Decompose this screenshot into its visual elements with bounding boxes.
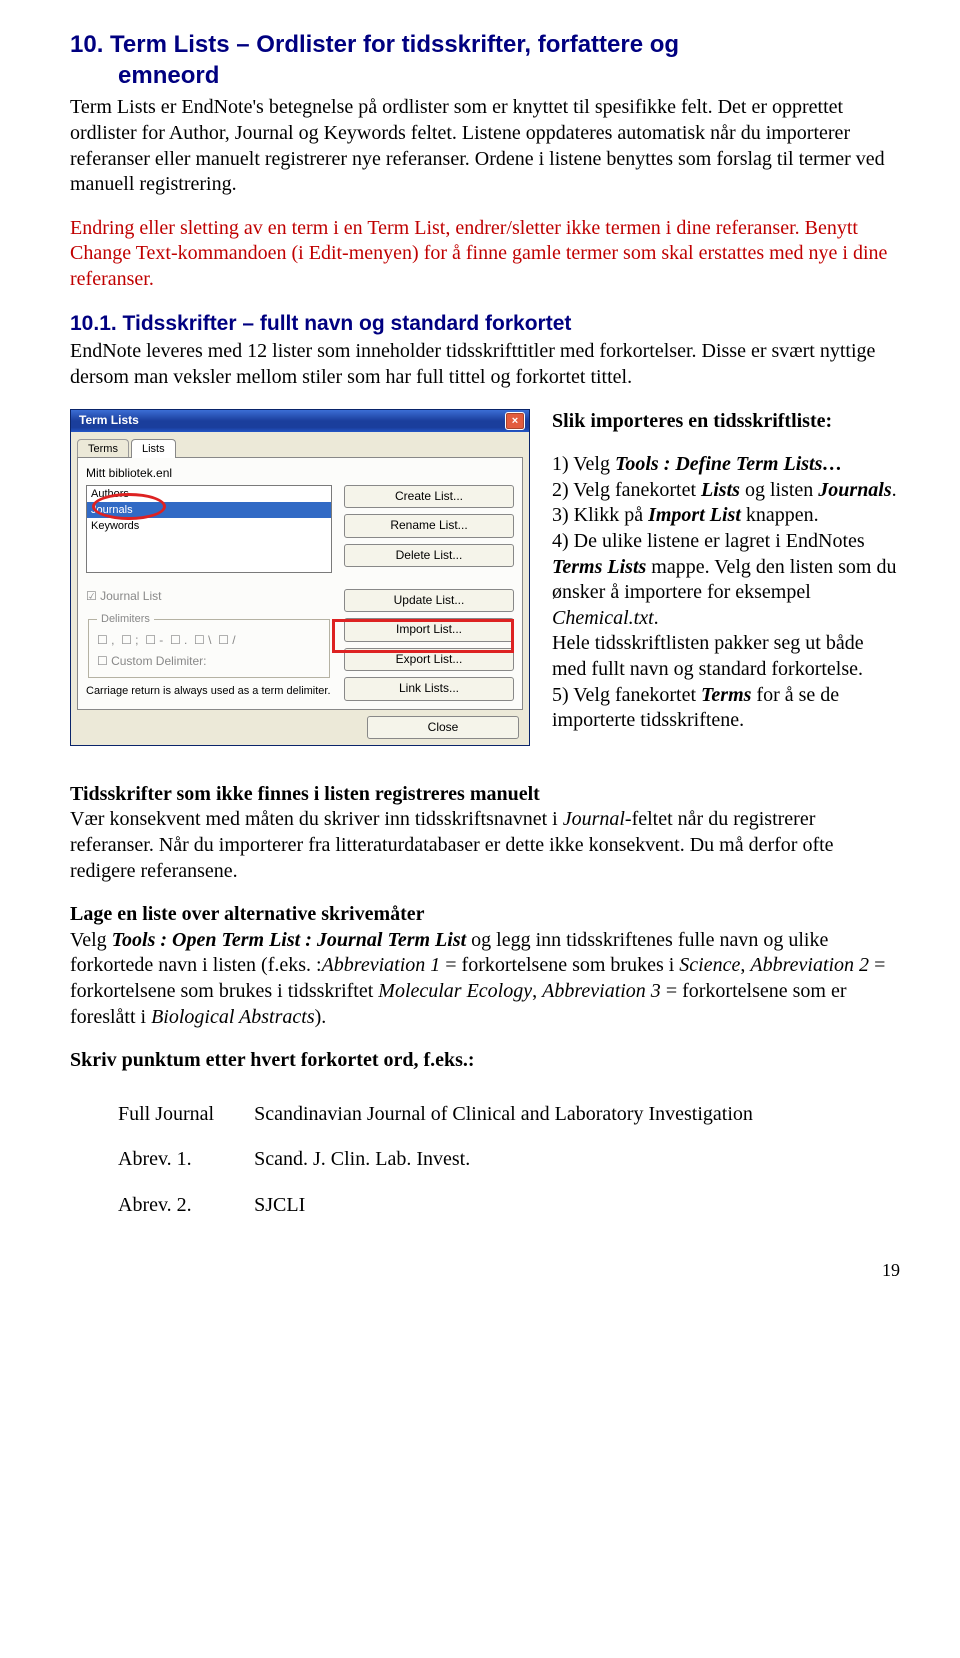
list-item-keywords[interactable]: Keywords [87,518,331,534]
heading-line2: emneord [118,61,900,92]
instructions-column: Slik importeres en tidsskriftliste: 1) V… [552,409,900,734]
delimiters-fieldset: Delimiters ☐ , ☐ ; ☐ - ☐ . ☐ \ ☐ / ☐ Cus… [88,612,330,678]
rename-list-button[interactable]: Rename List... [344,514,514,537]
section-heading: 10. Term Lists – Ordlister for tidsskrif… [70,30,900,91]
delete-list-button[interactable]: Delete List... [344,544,514,567]
carriage-return-note: Carriage return is always used as a term… [86,684,332,698]
table-cell: Scand. J. Clin. Lab. Invest. [254,1137,793,1183]
table-cell: Full Journal [118,1092,254,1138]
instructions-heading: Slik importeres en tidsskriftliste: [552,409,900,435]
dialog-close-button[interactable]: Close [367,716,519,739]
table-cell: Scandinavian Journal of Clinical and Lab… [254,1092,793,1138]
dialog-figure: Term Lists × Terms Lists Mitt bibliotek.… [70,409,530,746]
subsection-intro: EndNote leveres med 12 lister som inneho… [70,339,900,390]
table-cell: SJCLI [254,1183,793,1229]
term-lists-listbox[interactable]: Authors Journals Keywords [86,485,332,573]
manual-registration-paragraph: Tidsskrifter som ikke finnes i listen re… [70,782,900,884]
table-cell: Abrev. 2. [118,1183,254,1229]
period-instruction: Skriv punktum etter hvert forkortet ord,… [70,1048,900,1074]
create-list-button[interactable]: Create List... [344,485,514,508]
tab-lists[interactable]: Lists [131,439,176,458]
delimiter-checkboxes[interactable]: ☐ , ☐ ; ☐ - ☐ . ☐ \ ☐ / [97,633,321,648]
journal-list-checkbox[interactable]: ☑ Journal List [86,589,332,604]
link-lists-button[interactable]: Link Lists... [344,677,514,700]
tab-terms[interactable]: Terms [77,439,129,458]
abbreviation-table: Full Journal Scandinavian Journal of Cli… [118,1092,793,1229]
library-name: Mitt bibliotek.enl [86,466,514,481]
subsection-heading: 10.1. Tidsskrifter – fullt navn og stand… [70,311,900,338]
intro-paragraph: Term Lists er EndNote's betegnelse på or… [70,95,900,197]
alternative-spellings-paragraph: Lage en liste over alternative skrivemåt… [70,902,900,1030]
close-icon[interactable]: × [505,412,525,430]
import-list-button[interactable]: Import List... [344,618,514,641]
dialog-title: Term Lists [79,413,139,428]
warning-paragraph: Endring eller sletting av en term i en T… [70,216,900,293]
page-number: 19 [70,1259,900,1282]
heading-line1: 10. Term Lists – Ordlister for tidsskrif… [70,31,679,58]
update-list-button[interactable]: Update List... [344,589,514,612]
export-list-button[interactable]: Export List... [344,648,514,671]
dialog-titlebar: Term Lists × [70,409,530,432]
list-item-journals[interactable]: Journals [87,502,331,518]
table-cell: Abrev. 1. [118,1137,254,1183]
list-item-authors[interactable]: Authors [87,486,331,502]
